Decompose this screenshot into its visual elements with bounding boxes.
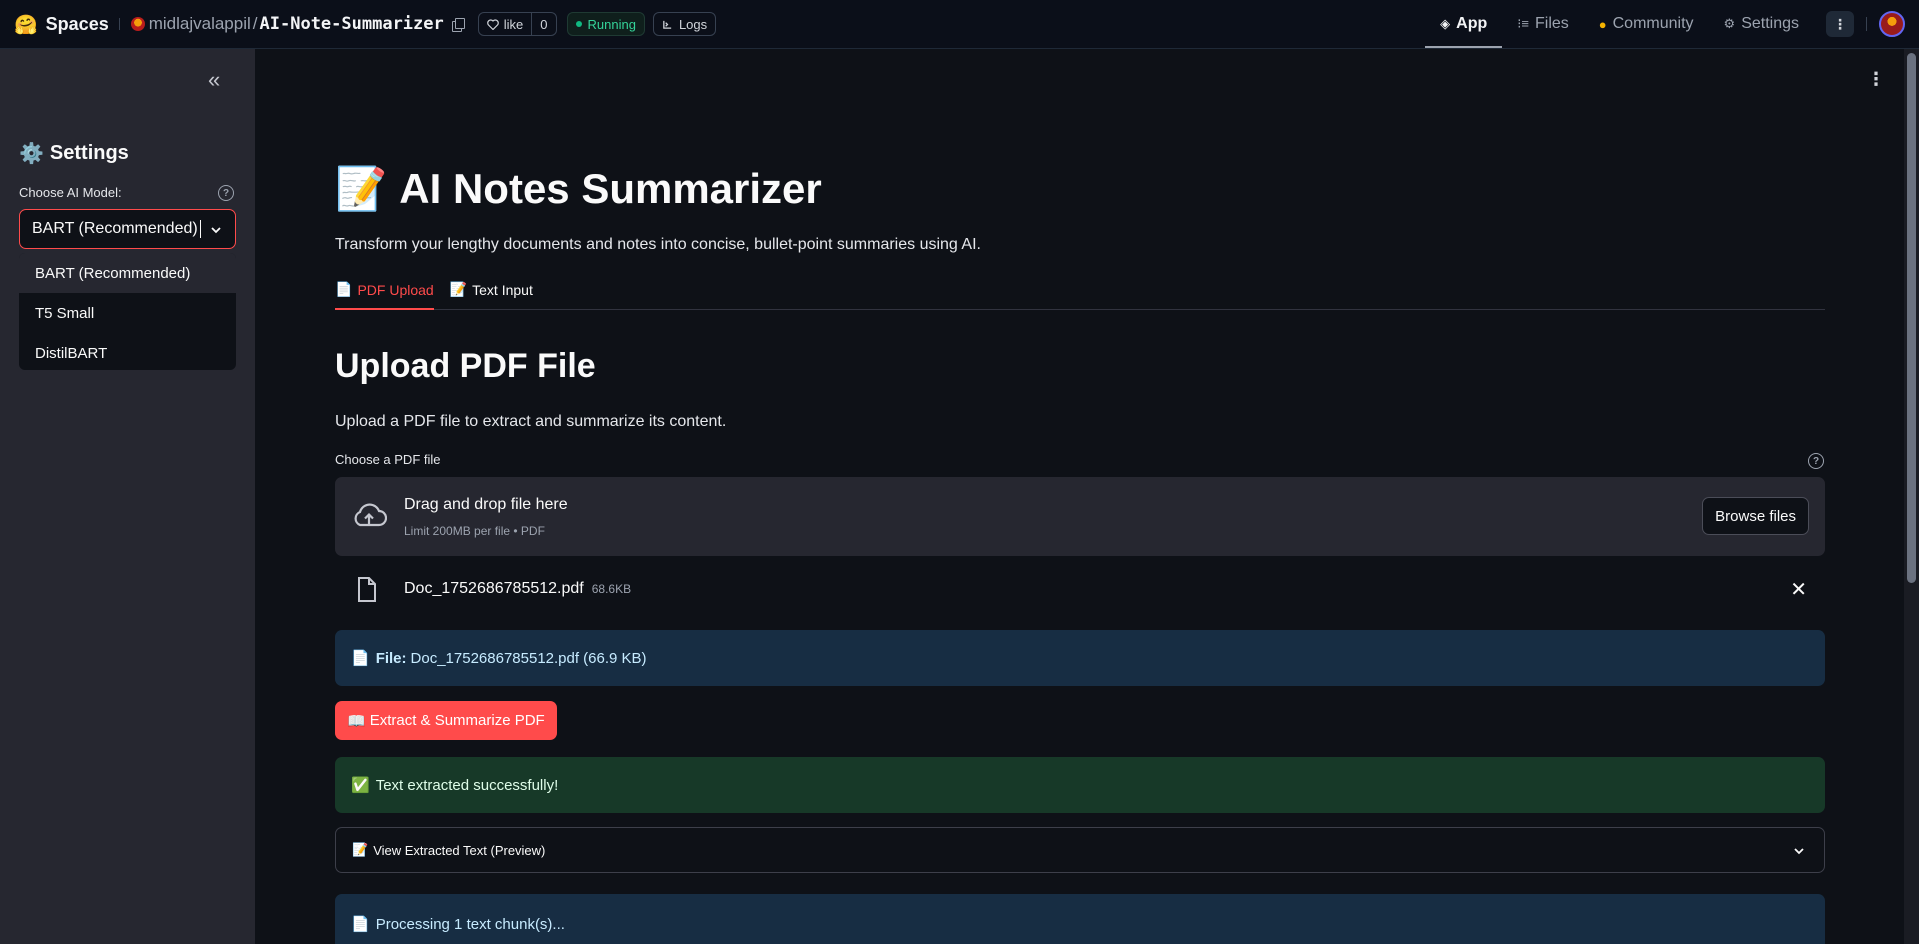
community-icon: ●: [1598, 16, 1607, 32]
tab-community[interactable]: ● Community: [1584, 0, 1709, 48]
cube-icon: ◈: [1440, 16, 1451, 31]
extract-summarize-label: Extract & Summarize PDF: [369, 712, 545, 729]
remove-file-icon[interactable]: ✕: [1790, 577, 1807, 602]
input-tabs: 📄 PDF Upload 📝 Text Input: [335, 271, 1825, 310]
tab-app[interactable]: ◈ App: [1425, 0, 1503, 48]
huggingface-logo-icon[interactable]: 🤗: [14, 13, 38, 36]
sidebar: « ⚙️ Settings Choose AI Model: ? BART (R…: [0, 49, 255, 944]
tab-text-input-label: Text Input: [472, 282, 533, 298]
model-select[interactable]: BART (Recommended): [19, 209, 236, 249]
uploaded-file-name: Doc_1752686785512.pdf 68.6KB: [404, 580, 631, 598]
user-avatar[interactable]: [1879, 11, 1905, 37]
scrollbar-thumb[interactable]: [1907, 53, 1916, 583]
kebab-icon: ⋮: [1833, 15, 1847, 32]
logs-label: Logs: [678, 16, 708, 32]
spaces-link[interactable]: Spaces: [46, 14, 109, 35]
owner-avatar: [130, 17, 145, 31]
main-menu-icon[interactable]: ⋮: [1867, 69, 1885, 90]
page-scrollbar[interactable]: [1904, 49, 1919, 944]
dropzone-title: Drag and drop file here: [404, 496, 568, 513]
tab-app-label: App: [1456, 15, 1488, 32]
files-icon: ⁝≡: [1517, 16, 1529, 31]
tab-pdf-upload-label: PDF Upload: [357, 282, 434, 298]
model-dropdown-menu: BART (Recommended) T5 Small DistilBART: [19, 253, 236, 370]
file-info-label: File:: [375, 649, 407, 667]
success-alert: ✅ Text extracted successfully!: [335, 757, 1825, 813]
file-icon: [358, 577, 376, 602]
sidebar-title-label: Settings: [49, 141, 129, 164]
sidebar-title: ⚙️ Settings: [19, 141, 129, 165]
uploaded-file-row: Doc_1752686785512.pdf 68.6KB ✕: [335, 571, 1825, 611]
divider: [118, 18, 123, 30]
repo-name-link[interactable]: AI-Note-Summarizer: [260, 14, 444, 34]
tab-files-label: Files: [1534, 15, 1569, 32]
file-info-text: Doc_1752686785512.pdf (66.9 KB): [410, 649, 647, 667]
status-badge[interactable]: Running: [566, 12, 645, 36]
owner-link[interactable]: midlajvalappil: [149, 14, 251, 34]
text-cursor: [199, 220, 201, 238]
page-title: 📝 AI Notes Summarizer: [335, 164, 822, 214]
browse-files-button[interactable]: Browse files: [1702, 497, 1809, 535]
gear-icon: ⚙: [1723, 16, 1736, 31]
logs-button[interactable]: Logs: [652, 12, 717, 36]
chevron-down-icon: [211, 227, 221, 234]
uploader-label: Choose a PDF file: [335, 452, 441, 467]
tab-community-label: Community: [1612, 15, 1694, 32]
file-name-text: Doc_1752686785512.pdf: [404, 580, 584, 597]
processing-text: Processing 1 text chunk(s)...: [375, 915, 565, 933]
memo-icon: 📝: [352, 842, 369, 858]
tab-files[interactable]: ⁝≡ Files: [1502, 0, 1584, 48]
tab-settings[interactable]: ⚙ Settings: [1709, 0, 1814, 48]
check-icon: ✅: [351, 776, 370, 794]
like-count: 0: [540, 16, 548, 32]
page-title-text: AI Notes Summarizer: [399, 165, 822, 212]
file-dropzone[interactable]: Drag and drop file here Limit 200MB per …: [335, 477, 1825, 556]
copy-icon[interactable]: [451, 18, 465, 32]
page-icon: 📄: [351, 915, 370, 933]
file-size: 68.6KB: [591, 582, 632, 596]
gear-icon: ⚙️: [19, 141, 44, 165]
cloud-upload-icon: [354, 503, 387, 527]
model-select-value: BART (Recommended): [32, 220, 198, 237]
status-dot-icon: [575, 21, 582, 27]
page-subtitle: Transform your lengthy documents and not…: [335, 236, 981, 253]
section-description: Upload a PDF file to extract and summari…: [335, 413, 727, 430]
section-title: Upload PDF File: [335, 347, 596, 385]
open-book-icon: 📖: [347, 711, 366, 730]
tab-pdf-upload[interactable]: 📄 PDF Upload: [335, 271, 450, 310]
chevron-down-icon: [1794, 848, 1804, 855]
expander-label: View Extracted Text (Preview): [373, 842, 546, 858]
model-option-bart[interactable]: BART (Recommended): [19, 253, 236, 293]
heart-icon: [486, 18, 499, 30]
model-option-distilbart[interactable]: DistilBART: [19, 333, 236, 370]
status-label: Running: [587, 16, 636, 32]
success-text: Text extracted successfully!: [375, 776, 559, 794]
dropzone-limit: Limit 200MB per file • PDF: [404, 524, 545, 538]
model-option-t5-small[interactable]: T5 Small: [19, 293, 236, 333]
page-icon: 📄: [351, 649, 370, 667]
processing-alert: 📄 Processing 1 text chunk(s)...: [335, 894, 1825, 944]
logs-icon: [663, 20, 672, 29]
like-label: like: [503, 16, 524, 32]
extracted-text-expander[interactable]: 📝 View Extracted Text (Preview): [335, 827, 1825, 873]
collapse-sidebar-icon[interactable]: «: [208, 67, 220, 93]
help-icon[interactable]: ?: [1808, 453, 1824, 469]
help-icon[interactable]: ?: [218, 185, 234, 201]
more-options-button[interactable]: ⋮: [1826, 11, 1854, 37]
memo-icon: 📝: [449, 282, 468, 298]
memo-icon: 📝: [335, 164, 388, 213]
top-navigation-bar: 🤗 Spaces midlajvalappil / AI-Note-Summar…: [0, 0, 1919, 49]
page-icon: 📄: [335, 282, 353, 298]
tab-settings-label: Settings: [1741, 15, 1799, 32]
tab-text-input[interactable]: 📝 Text Input: [450, 271, 549, 309]
divider: [1866, 17, 1867, 31]
main-content: ⋮ 📝 AI Notes Summarizer Transform your l…: [255, 49, 1904, 944]
like-button[interactable]: like 0: [477, 12, 557, 36]
model-select-label: Choose AI Model:: [19, 185, 122, 200]
file-info-alert: 📄 File: Doc_1752686785512.pdf (66.9 KB): [335, 630, 1825, 686]
path-separator: /: [252, 14, 258, 33]
extract-summarize-button[interactable]: 📖 Extract & Summarize PDF: [335, 701, 557, 740]
